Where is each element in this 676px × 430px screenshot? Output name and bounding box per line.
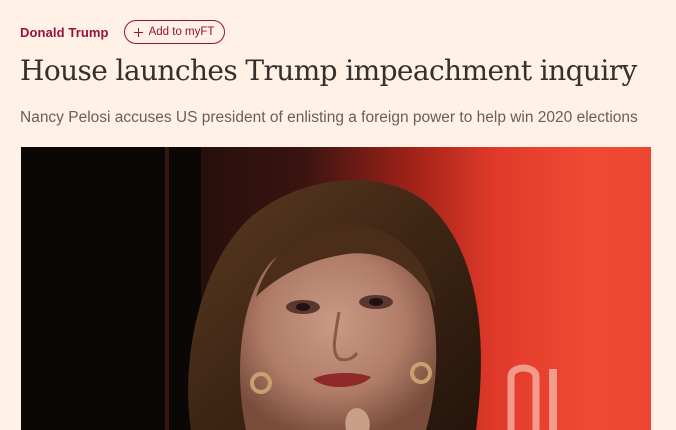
headline: House launches Trump impeachment inquiry (20, 54, 637, 87)
add-to-myft-label: Add to myFT (148, 26, 215, 38)
topic-link[interactable]: Donald Trump (20, 25, 109, 40)
topic-row: Donald Trump Add to myFT (20, 19, 226, 45)
plus-icon (133, 27, 143, 37)
add-to-myft-button[interactable]: Add to myFT (123, 20, 226, 44)
hero-image (21, 147, 651, 430)
standfirst: Nancy Pelosi accuses US president of enl… (20, 109, 638, 126)
